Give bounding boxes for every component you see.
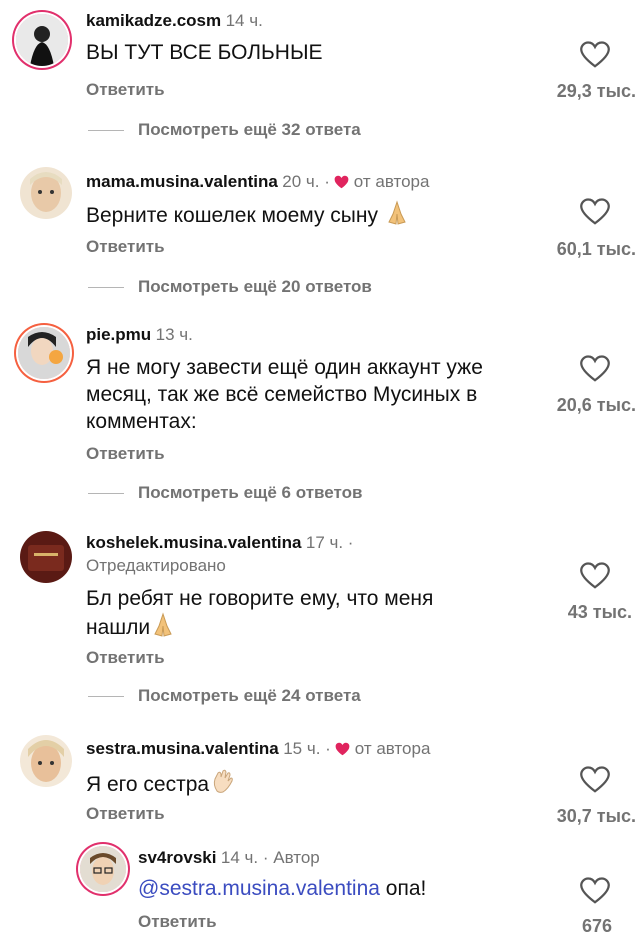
comment-text-line: Я не могу завести ещё один аккаунт уже: [86, 356, 483, 379]
comment-header: pie.pmu 13 ч.: [86, 325, 193, 345]
username[interactable]: mama.musina.valentina: [86, 172, 278, 191]
replies-divider: [88, 696, 124, 697]
waving-hand-icon: [209, 767, 237, 802]
view-replies-button[interactable]: Посмотреть ещё 6 ответов: [138, 483, 362, 503]
reply-button[interactable]: Ответить: [86, 237, 165, 257]
avatar[interactable]: [80, 846, 126, 892]
username[interactable]: sestra.musina.valentina: [86, 739, 279, 758]
reply-button[interactable]: Ответить: [86, 804, 165, 824]
heart-icon[interactable]: [580, 355, 610, 383]
mention-link[interactable]: @sestra.musina.valentina: [138, 877, 380, 900]
comment-header: kamikadze.cosm 14 ч.: [86, 11, 263, 31]
timestamp: 13 ч.: [155, 325, 193, 344]
comment-text: Верните кошелек моему сыну: [86, 200, 410, 233]
comment-header: koshelek.musina.valentina 17 ч. ·: [86, 533, 353, 553]
avatar[interactable]: [20, 735, 72, 787]
reply-button[interactable]: Ответить: [86, 444, 165, 464]
timestamp: 14 ч.: [225, 11, 263, 30]
timestamp: 20 ч. ·: [282, 172, 330, 191]
comment-text: ВЫ ТУТ ВСЕ БОЛЬНЫЕ: [86, 41, 323, 64]
comment-text: Я не могу завести ещё один аккаунт уже м…: [86, 354, 483, 435]
view-replies-button[interactable]: Посмотреть ещё 20 ответов: [138, 277, 372, 297]
comment-text: @sestra.musina.valentina опа!: [138, 875, 426, 902]
comment-header: mama.musina.valentina 20 ч. · от автора: [86, 172, 429, 192]
author-badge: от автора: [354, 739, 431, 758]
username[interactable]: koshelek.musina.valentina: [86, 533, 301, 552]
username[interactable]: sv4rovski: [138, 848, 216, 867]
reply-button[interactable]: Ответить: [138, 912, 217, 932]
view-replies-button[interactable]: Посмотреть ещё 24 ответа: [138, 686, 361, 706]
reply-button[interactable]: Ответить: [86, 648, 165, 668]
timestamp: 14 ч. · Автор: [220, 848, 320, 867]
username[interactable]: pie.pmu: [86, 325, 151, 344]
avatar[interactable]: [20, 531, 72, 583]
replies-divider: [88, 130, 124, 131]
comment-text-body: Я его сестра: [86, 773, 210, 796]
comment-text-body: опа!: [385, 877, 427, 900]
comment-header: sestra.musina.valentina 15 ч. · от автор…: [86, 739, 430, 759]
comment-text-line: месяц, так же всё семейство Мусиных в: [86, 383, 478, 406]
like-count: 43 тыс.: [567, 602, 632, 622]
like-count: 30,7 тыс.: [556, 806, 636, 826]
comment-text-line: Бл ребят не говорите ему, что меня: [86, 587, 434, 610]
like-count: 676: [581, 916, 612, 936]
comment-text-line: нашли: [86, 616, 151, 639]
praying-hands-icon: [384, 200, 410, 233]
like-count: 29,3 тыс.: [556, 81, 636, 101]
comment-text: Бл ребят не говорите ему, что меня нашли: [86, 585, 433, 645]
comment-header: sv4rovski 14 ч. · Автор: [138, 848, 320, 868]
avatar[interactable]: [20, 167, 72, 219]
heart-icon[interactable]: [580, 877, 610, 905]
like-count: 60,1 тыс.: [556, 239, 636, 259]
liked-by-author-heart-icon: [334, 175, 349, 189]
heart-icon[interactable]: [580, 766, 610, 794]
heart-icon[interactable]: [580, 562, 610, 590]
comment-text-line-2: нашли: [86, 612, 433, 645]
timestamp: 17 ч. ·: [305, 533, 354, 552]
praying-hands-icon: [150, 612, 176, 645]
author-badge: от автора: [353, 172, 430, 191]
like-count: 20,6 тыс.: [556, 395, 636, 415]
heart-icon[interactable]: [580, 198, 610, 226]
replies-divider: [88, 287, 124, 288]
liked-by-author-heart-icon: [335, 742, 350, 756]
avatar[interactable]: [18, 327, 70, 379]
reply-button[interactable]: Ответить: [86, 80, 165, 100]
username[interactable]: kamikadze.cosm: [86, 11, 221, 30]
heart-icon[interactable]: [580, 41, 610, 69]
edited-label: Отредактировано: [86, 556, 226, 575]
replies-divider: [88, 493, 124, 494]
comment-text-body: Верните кошелек моему сыну: [86, 204, 378, 227]
view-replies-button[interactable]: Посмотреть ещё 32 ответа: [138, 120, 361, 140]
timestamp: 15 ч. ·: [283, 739, 331, 758]
comment-text: Я его сестра: [86, 767, 237, 802]
avatar[interactable]: [16, 14, 68, 66]
comment-text-line: комментах:: [86, 410, 197, 433]
